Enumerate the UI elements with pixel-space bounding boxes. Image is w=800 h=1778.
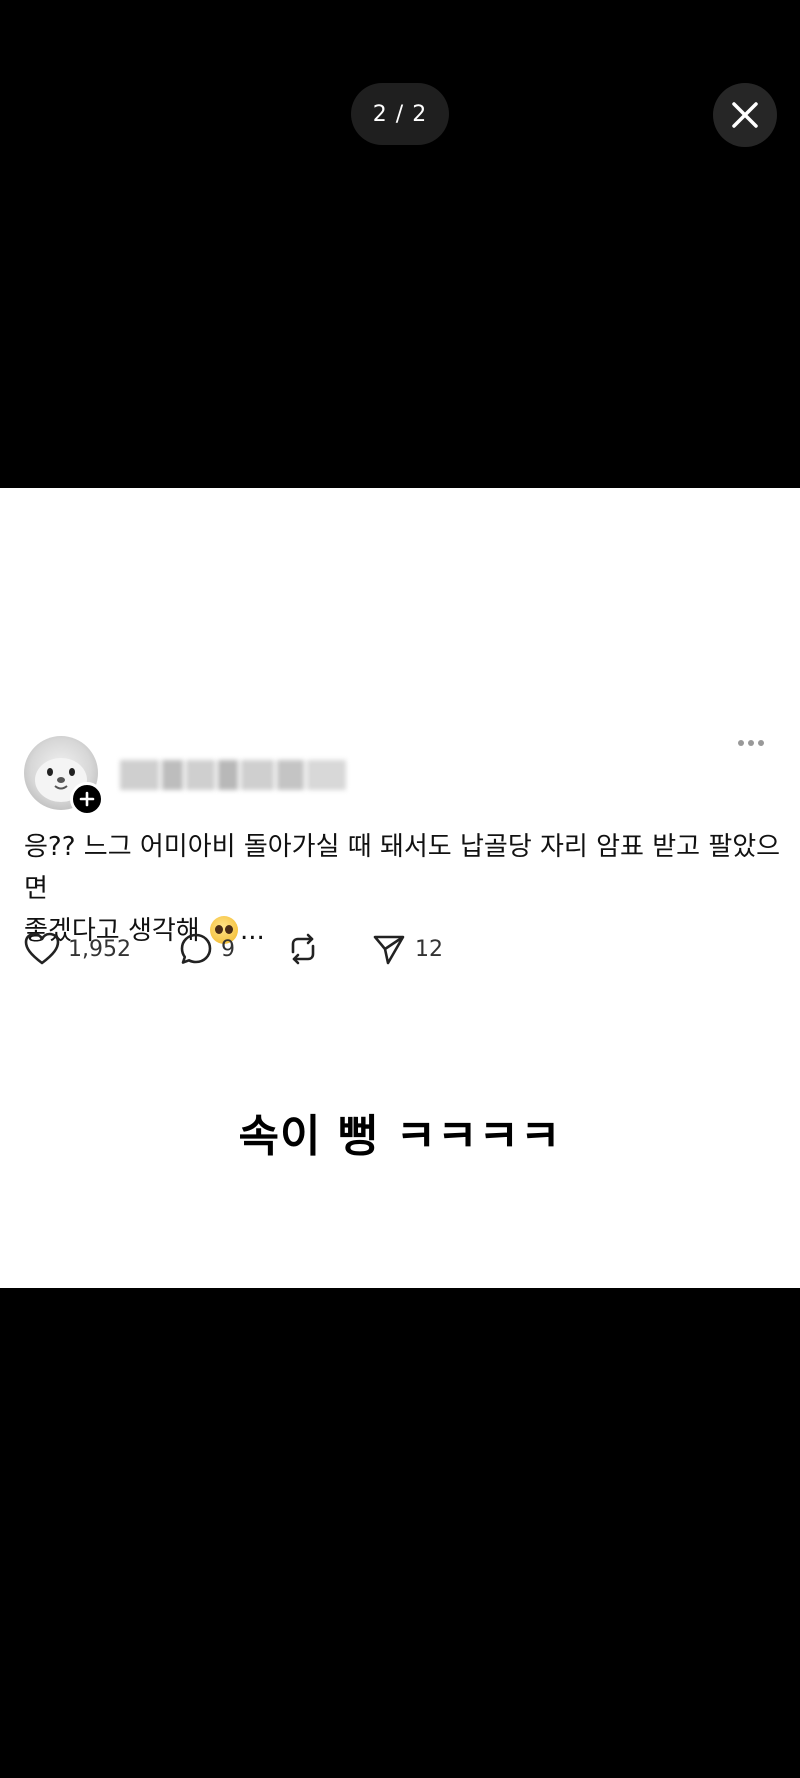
more-dots-icon [738, 740, 744, 746]
comment-count: 9 [220, 936, 235, 962]
like-button[interactable]: 1,952 [24, 932, 131, 966]
more-options-button[interactable] [738, 736, 768, 750]
username-blurred [120, 760, 346, 790]
share-count: 12 [414, 936, 443, 962]
share-button[interactable]: 12 [371, 931, 443, 967]
close-icon [732, 102, 758, 128]
comment-button[interactable]: 9 [179, 932, 235, 966]
page-counter: 2 / 2 [351, 83, 449, 145]
send-icon [373, 935, 405, 965]
like-count: 1,952 [68, 936, 131, 962]
close-button[interactable] [713, 83, 777, 147]
plus-icon [79, 791, 95, 807]
comment-icon [180, 933, 212, 964]
heart-icon [24, 932, 60, 965]
post-avatar-wrapper [24, 736, 104, 816]
image-caption: 속이 뻥 ㅋㅋㅋㅋ [238, 1111, 562, 1162]
image-viewer: 2 / 2 응?? 느그 어미아비 돌아가실 때 돼서도 납골당 자리 암표 받… [0, 0, 800, 1778]
more-dots-icon [748, 740, 754, 746]
post-text-line-1: 응?? 느그 어미아비 돌아가실 때 돼서도 납골당 자리 암표 받고 팔았으면 [24, 832, 781, 904]
image-slide: 응?? 느그 어미아비 돌아가실 때 돼서도 납골당 자리 암표 받고 팔았으면… [0, 488, 800, 1288]
post-actions: 1,952 9 12 [24, 928, 443, 970]
threads-post-screenshot: 응?? 느그 어미아비 돌아가실 때 돼서도 납골당 자리 암표 받고 팔았으면… [0, 488, 800, 1288]
repost-button[interactable] [285, 931, 321, 967]
repost-icon [291, 933, 315, 965]
more-dots-icon [758, 740, 764, 746]
follow-button[interactable] [70, 782, 104, 816]
